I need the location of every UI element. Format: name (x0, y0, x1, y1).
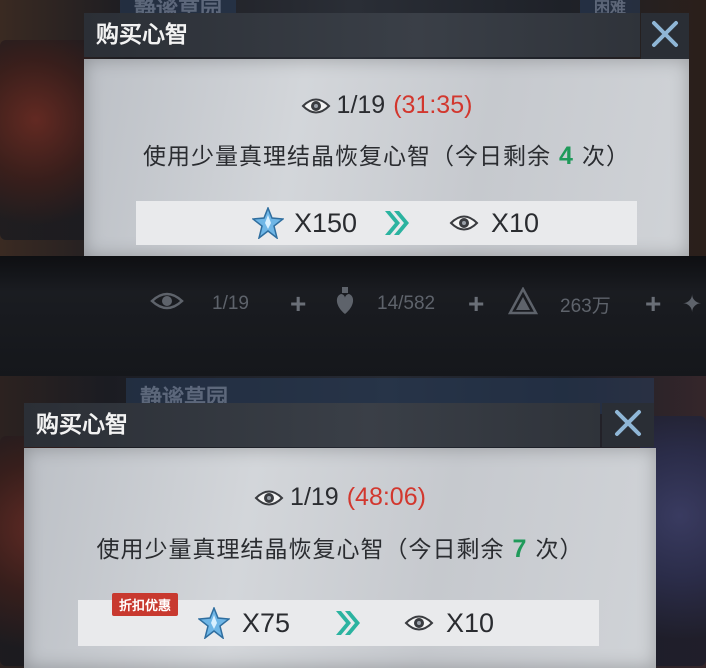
cost-group: X75 (198, 607, 290, 639)
gain-amount: X10 (446, 607, 495, 638)
mind-count: 1/19 (290, 483, 339, 511)
dialog-title: 购买心智 (24, 403, 600, 447)
cost-amount: X75 (242, 607, 291, 638)
description-suffix: 次） (535, 536, 584, 562)
dialog-title: 购买心智 (84, 13, 640, 57)
resource-currency: 263万 (507, 286, 611, 321)
add-currency-button[interactable]: + (645, 288, 661, 320)
eye-icon (404, 613, 434, 633)
double-arrow-icon (334, 608, 362, 638)
description-text: 使用少量真理结晶恢复心智（今日剩余 (143, 143, 552, 169)
dialog-body: 1/19 (48:06) 使用少量真理结晶恢复心智（今日剩余 7 次） 折扣优惠 X7… (24, 448, 656, 668)
cost-group: X150 (252, 207, 357, 239)
close-icon (651, 20, 679, 53)
description-suffix: 次） (581, 143, 630, 169)
close-icon (614, 409, 642, 442)
eye-icon (150, 291, 184, 317)
double-arrow-icon (383, 208, 411, 238)
purchase-description: 使用少量真理结晶恢复心智（今日剩余 7 次） (24, 530, 656, 564)
eye-icon (254, 488, 284, 508)
description-text: 使用少量真理结晶恢复心智（今日剩余 (96, 536, 505, 562)
exchange-button[interactable]: X150 X10 (136, 201, 637, 245)
eye-icon (449, 213, 479, 233)
character-art-left (0, 40, 90, 240)
add-stamina-button[interactable]: + (468, 288, 484, 320)
eye-icon (301, 96, 331, 116)
star-icon: ✦ (682, 290, 703, 318)
recovery-timer: (48:06) (346, 483, 426, 511)
remaining-count: 4 (559, 142, 574, 170)
add-mind-button[interactable]: + (290, 288, 306, 320)
resource-currency-value: 263万 (560, 295, 611, 317)
mind-status: 1/19 (31:35) (84, 91, 689, 120)
resource-mind: 1/19 (150, 291, 249, 317)
recovery-timer: (31:35) (393, 91, 473, 119)
resource-mind-value: 1/19 (212, 293, 249, 314)
gain-group: X10 (449, 208, 539, 239)
close-button[interactable] (602, 403, 654, 447)
discount-tag: 折扣优惠 (112, 593, 179, 616)
mind-status: 1/19 (48:06) (24, 483, 656, 512)
truth-crystal-icon (252, 207, 284, 239)
mind-count: 1/19 (336, 91, 386, 119)
triangle-gem-icon (507, 286, 539, 321)
resource-stamina-value: 14/582 (377, 293, 436, 314)
exchange-button[interactable]: 折扣优惠 X75 X10 (78, 593, 599, 646)
buy-mind-dialog-bottom: 购买心智 1/19 (48:06) 使用少量真理结晶恢复心智（今日剩余 7 次） 折扣… (24, 403, 656, 668)
dialog-body: 1/19 (31:35) 使用少量真理结晶恢复心智（今日剩余 4 次） X150 X1… (84, 59, 689, 256)
cost-amount: X150 (294, 207, 358, 238)
buy-mind-dialog-top: 购买心智 1/19 (31:35) 使用少量真理结晶恢复心智（今日剩余 4 次） X1… (84, 13, 689, 256)
gain-amount: X10 (491, 207, 540, 238)
gain-group: X10 (404, 608, 494, 639)
purchase-description: 使用少量真理结晶恢复心智（今日剩余 4 次） (84, 137, 689, 171)
remaining-count: 7 (512, 535, 528, 563)
heart-vial-icon (333, 286, 357, 322)
resource-bar: 1/19 + 14/582 + 263万 + ✦ (0, 256, 706, 376)
close-button[interactable] (641, 13, 689, 59)
truth-crystal-icon (198, 607, 230, 639)
resource-stamina: 14/582 (333, 286, 435, 322)
